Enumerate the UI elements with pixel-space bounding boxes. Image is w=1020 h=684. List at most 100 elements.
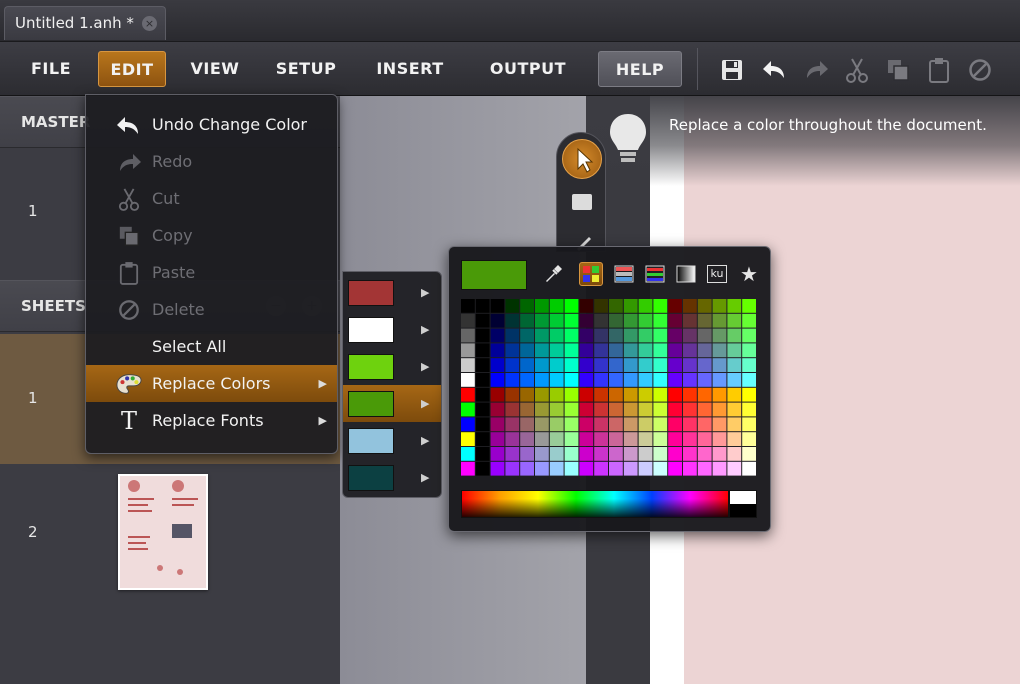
swatch-grid-icon[interactable] xyxy=(579,262,603,286)
palette-cell[interactable] xyxy=(697,299,712,313)
palette-cell[interactable] xyxy=(653,432,668,446)
palette-cell[interactable] xyxy=(535,313,549,328)
palette-cell[interactable] xyxy=(520,387,534,402)
palette-cell[interactable] xyxy=(549,387,564,402)
palette-cell[interactable] xyxy=(564,417,579,432)
palette-cell[interactable] xyxy=(594,299,608,313)
palette-cell[interactable] xyxy=(475,299,490,313)
palette-cell[interactable] xyxy=(475,313,490,328)
palette-cell[interactable] xyxy=(490,432,505,446)
palette-cell[interactable] xyxy=(683,373,697,387)
palette-cell[interactable] xyxy=(609,328,623,343)
rectangle-tool-button[interactable] xyxy=(572,194,592,210)
palette-cell[interactable] xyxy=(461,432,475,446)
menu-insert[interactable]: INSERT xyxy=(366,51,454,87)
palette-cell[interactable] xyxy=(505,328,520,343)
palette-cell[interactable] xyxy=(535,328,549,343)
palette-cell[interactable] xyxy=(668,358,682,372)
palette-cell[interactable] xyxy=(535,402,549,417)
palette-cell[interactable] xyxy=(594,343,608,358)
palette-cell[interactable] xyxy=(683,461,697,476)
palette-cell[interactable] xyxy=(623,387,638,402)
palette-cell[interactable] xyxy=(638,402,653,417)
palette-cell[interactable] xyxy=(668,402,682,417)
palette-cell[interactable] xyxy=(609,343,623,358)
palette-cell[interactable] xyxy=(535,417,549,432)
palette-cell[interactable] xyxy=(668,299,682,313)
palette-cell[interactable] xyxy=(638,313,653,328)
palette-cell[interactable] xyxy=(594,432,608,446)
palette-cell[interactable] xyxy=(579,299,594,313)
palette-cell[interactable] xyxy=(609,358,623,372)
palette-cell[interactable] xyxy=(505,373,520,387)
palette-cell[interactable] xyxy=(623,432,638,446)
menu-item-cut[interactable]: Cut xyxy=(86,180,337,217)
palette-cell[interactable] xyxy=(490,373,505,387)
color-swatch-grid[interactable] xyxy=(461,299,757,477)
palette-cell[interactable] xyxy=(535,387,549,402)
palette-cell[interactable] xyxy=(490,343,505,358)
palette-cell[interactable] xyxy=(653,461,668,476)
palette-cell[interactable] xyxy=(742,328,756,343)
menu-file[interactable]: FILE xyxy=(18,51,84,87)
palette-cell[interactable] xyxy=(520,432,534,446)
palette-cell[interactable] xyxy=(668,313,682,328)
palette-cell[interactable] xyxy=(579,313,594,328)
palette-cell[interactable] xyxy=(505,402,520,417)
undo-icon[interactable] xyxy=(761,56,789,84)
palette-cell[interactable] xyxy=(653,299,668,313)
palette-cell[interactable] xyxy=(697,432,712,446)
palette-cell[interactable] xyxy=(609,299,623,313)
palette-cell[interactable] xyxy=(579,461,594,476)
palette-cell[interactable] xyxy=(742,299,756,313)
palette-cell[interactable] xyxy=(564,299,579,313)
palette-cell[interactable] xyxy=(712,387,727,402)
palette-cell[interactable] xyxy=(549,373,564,387)
palette-cell[interactable] xyxy=(594,328,608,343)
palette-cell[interactable] xyxy=(535,358,549,372)
palette-cell[interactable] xyxy=(712,373,727,387)
palette-cell[interactable] xyxy=(490,447,505,461)
palette-cell[interactable] xyxy=(697,417,712,432)
palette-cell[interactable] xyxy=(727,417,742,432)
palette-cell[interactable] xyxy=(623,461,638,476)
palette-cell[interactable] xyxy=(505,387,520,402)
palette-cell[interactable] xyxy=(683,387,697,402)
palette-cell[interactable] xyxy=(668,387,682,402)
palette-cell[interactable] xyxy=(742,461,756,476)
palette-cell[interactable] xyxy=(549,447,564,461)
kuler-icon[interactable]: ku xyxy=(705,262,729,286)
redo-icon[interactable] xyxy=(802,56,830,84)
palette-cell[interactable] xyxy=(579,447,594,461)
palette-cell[interactable] xyxy=(505,432,520,446)
palette-cell[interactable] xyxy=(683,447,697,461)
palette-cell[interactable] xyxy=(623,313,638,328)
delete-icon[interactable] xyxy=(966,56,994,84)
menu-edit[interactable]: EDIT xyxy=(98,51,166,87)
palette-cell[interactable] xyxy=(461,402,475,417)
palette-cell[interactable] xyxy=(475,343,490,358)
palette-cell[interactable] xyxy=(564,313,579,328)
palette-cell[interactable] xyxy=(697,447,712,461)
document-color-row[interactable]: ▶ xyxy=(343,348,441,385)
palette-cell[interactable] xyxy=(475,328,490,343)
palette-cell[interactable] xyxy=(683,417,697,432)
palette-cell[interactable] xyxy=(727,299,742,313)
palette-cell[interactable] xyxy=(653,358,668,372)
palette-cell[interactable] xyxy=(712,299,727,313)
palette-cell[interactable] xyxy=(490,358,505,372)
sheet-thumbnail[interactable] xyxy=(118,474,208,590)
document-color-row[interactable]: ▶ xyxy=(343,459,441,496)
palette-cell[interactable] xyxy=(683,313,697,328)
palette-cell[interactable] xyxy=(549,402,564,417)
palette-cell[interactable] xyxy=(505,461,520,476)
palette-cell[interactable] xyxy=(653,387,668,402)
palette-cell[interactable] xyxy=(742,343,756,358)
palette-cell[interactable] xyxy=(638,461,653,476)
palette-cell[interactable] xyxy=(520,417,534,432)
palette-cell[interactable] xyxy=(697,343,712,358)
palette-cell[interactable] xyxy=(535,343,549,358)
palette-cell[interactable] xyxy=(461,373,475,387)
palette-cell[interactable] xyxy=(668,461,682,476)
menu-item-redo[interactable]: Redo xyxy=(86,143,337,180)
